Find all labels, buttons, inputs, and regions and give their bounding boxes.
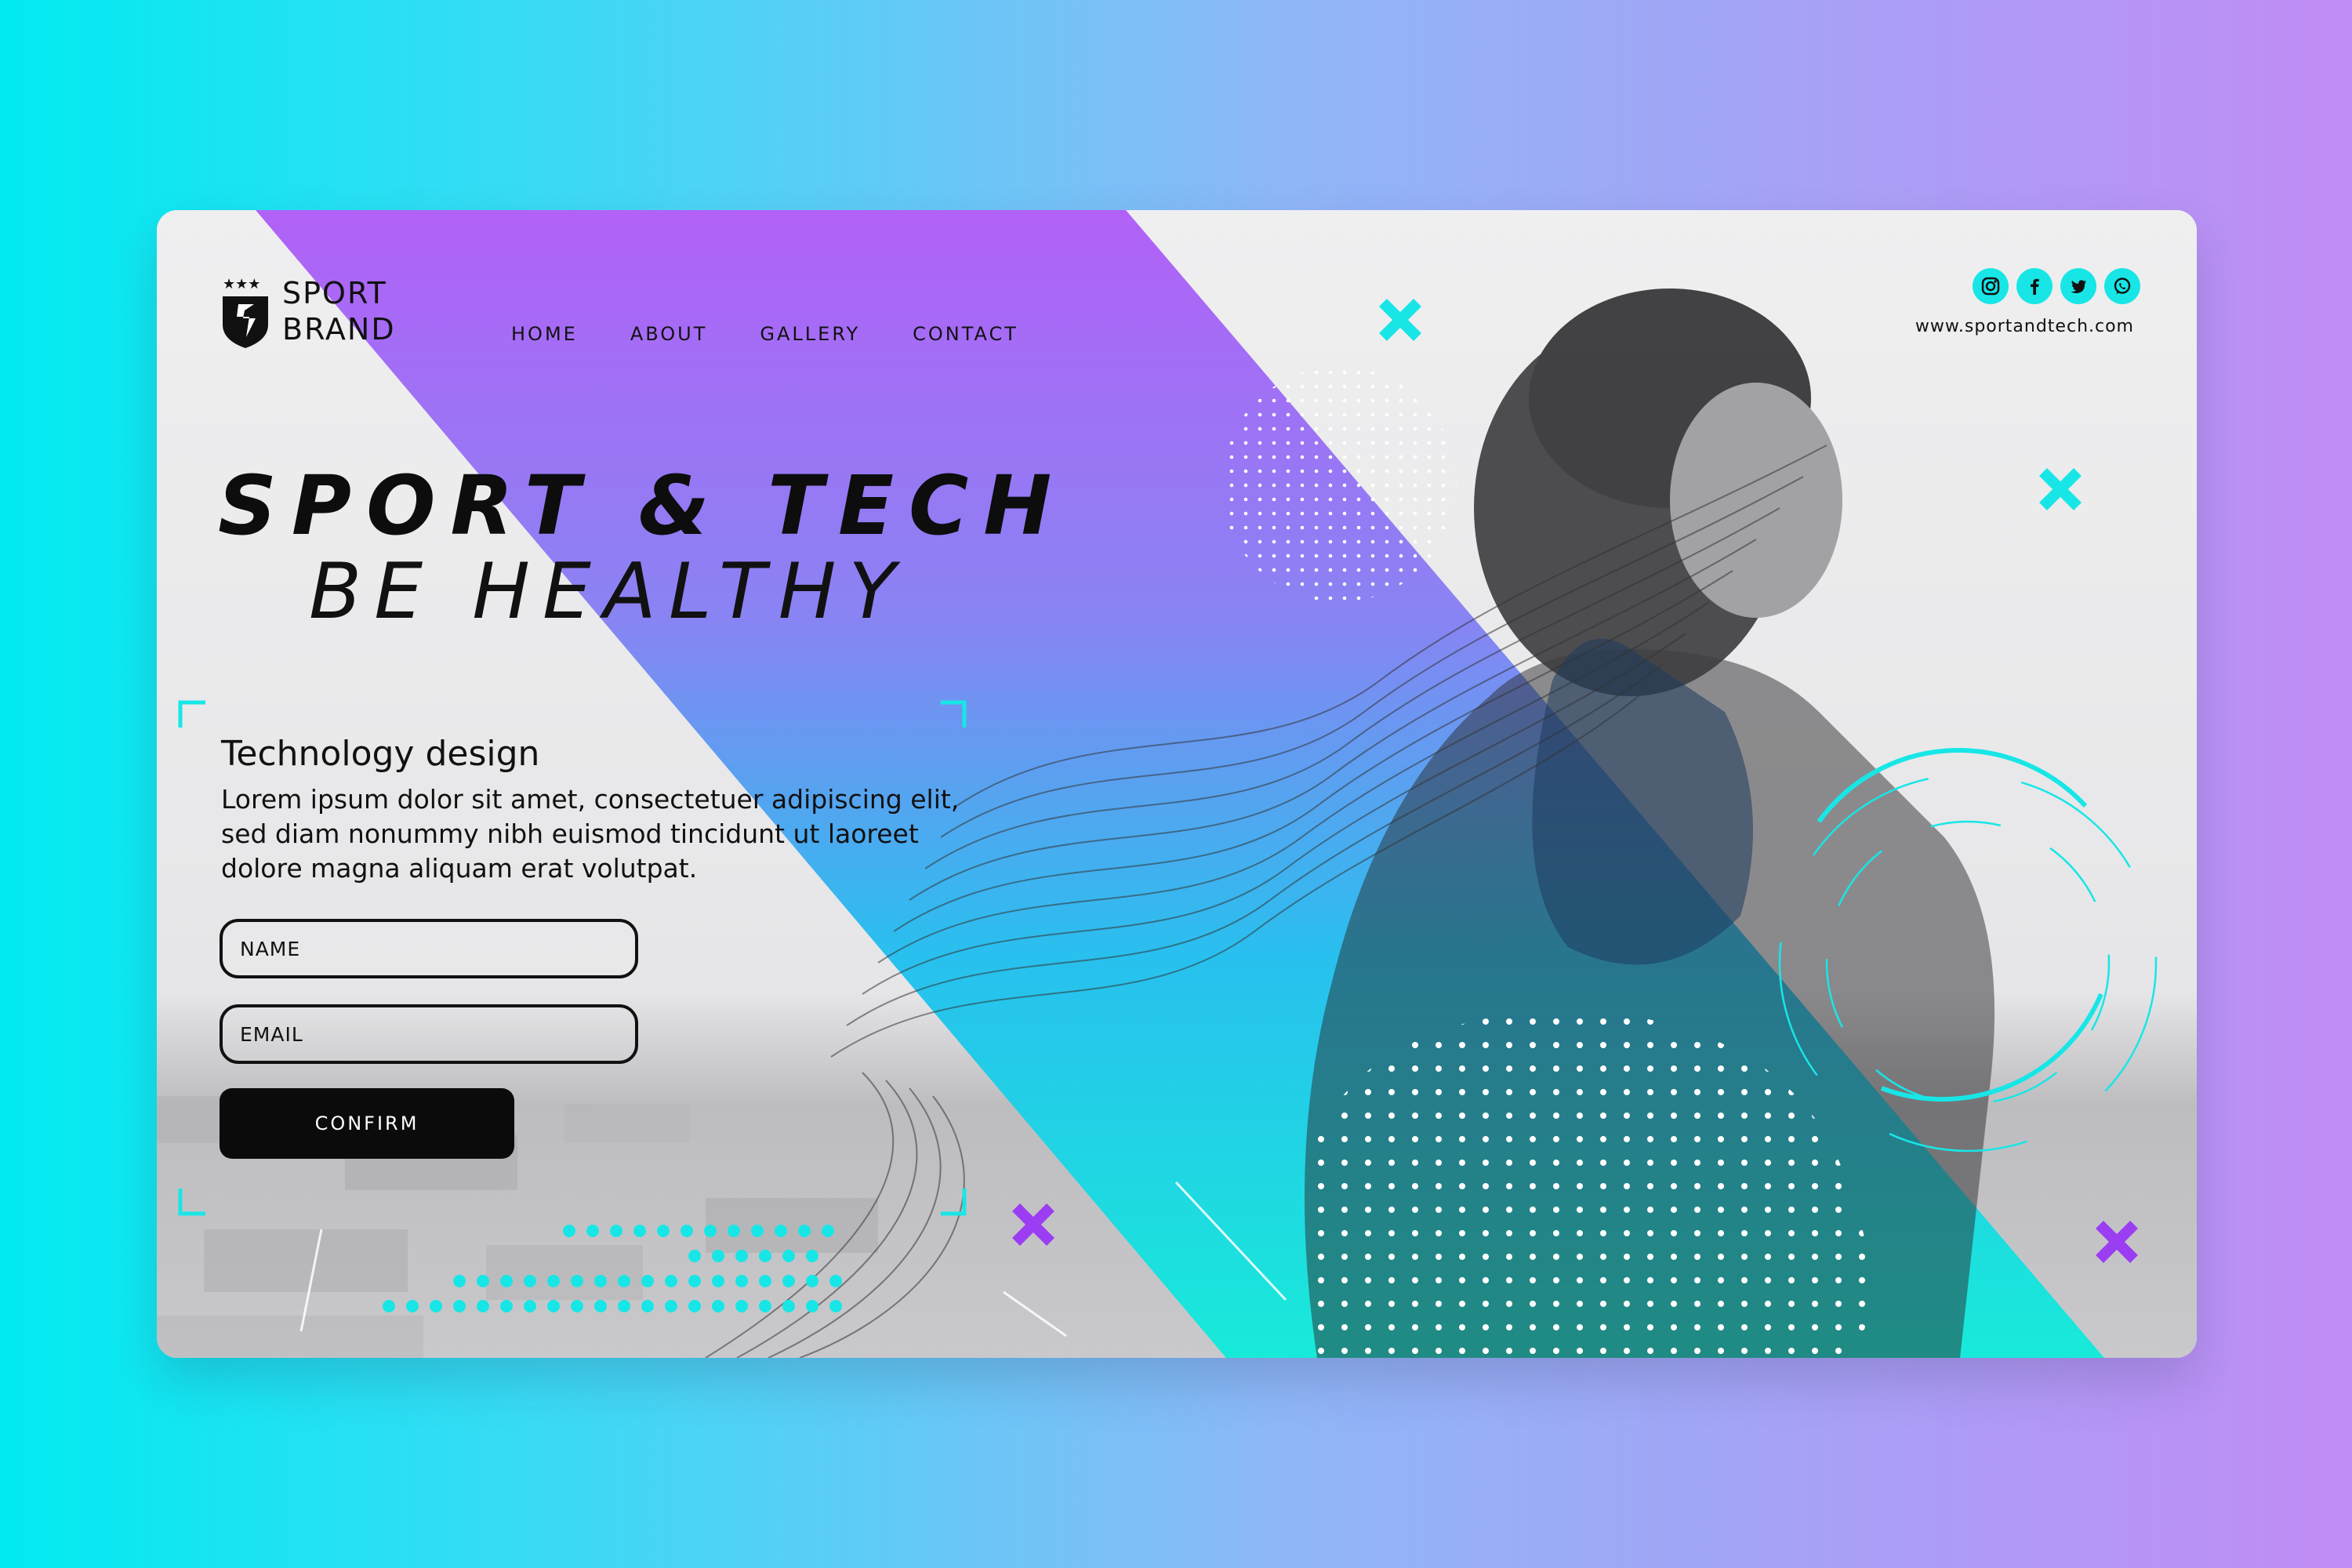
body-line: dolore magna aliquam erat volutpat.	[221, 853, 698, 884]
instagram-icon[interactable]	[1973, 268, 2009, 304]
main-nav: HOME ABOUT GALLERY CONTACT	[511, 323, 1018, 345]
hero-title: SPORT & TECH	[218, 458, 1067, 554]
brand-logo[interactable]: ★★★ SPORT BRAND	[220, 273, 396, 350]
body-line: Lorem ipsum dolor sit amet, consectetuer…	[221, 784, 960, 815]
svg-text:★★★: ★★★	[223, 276, 260, 292]
section-heading: Technology design	[221, 734, 540, 774]
hero-subtitle: BE HEALTHY	[309, 547, 909, 637]
name-input[interactable]	[238, 936, 635, 961]
nav-contact[interactable]: CONTACT	[913, 323, 1018, 345]
landing-card: ★★★ SPORT BRAND HOME ABOUT GALLERY CONTA…	[157, 210, 2197, 1358]
confirm-button[interactable]: CONFIRM	[220, 1088, 514, 1159]
shield-logo-icon: ★★★	[223, 276, 268, 348]
nav-home[interactable]: HOME	[511, 323, 578, 345]
whatsapp-icon[interactable]	[2104, 268, 2140, 304]
brand-line-2: BRAND	[282, 312, 396, 347]
section-body: Lorem ipsum dolor sit amet, consectetuer…	[221, 782, 1005, 886]
name-field[interactable]	[220, 919, 638, 978]
website-url[interactable]: www.sportandtech.com	[1905, 317, 2134, 336]
nav-about[interactable]: ABOUT	[630, 323, 708, 345]
social-links	[1973, 268, 2140, 304]
brand-line-1: SPORT	[282, 276, 387, 310]
email-field[interactable]	[220, 1004, 638, 1064]
nav-gallery[interactable]: GALLERY	[760, 323, 860, 345]
facebook-icon[interactable]	[2016, 268, 2053, 304]
twitter-icon[interactable]	[2060, 268, 2096, 304]
body-line: sed diam nonummy nibh euismod tincidunt …	[221, 818, 919, 849]
email-input[interactable]	[238, 1022, 635, 1047]
